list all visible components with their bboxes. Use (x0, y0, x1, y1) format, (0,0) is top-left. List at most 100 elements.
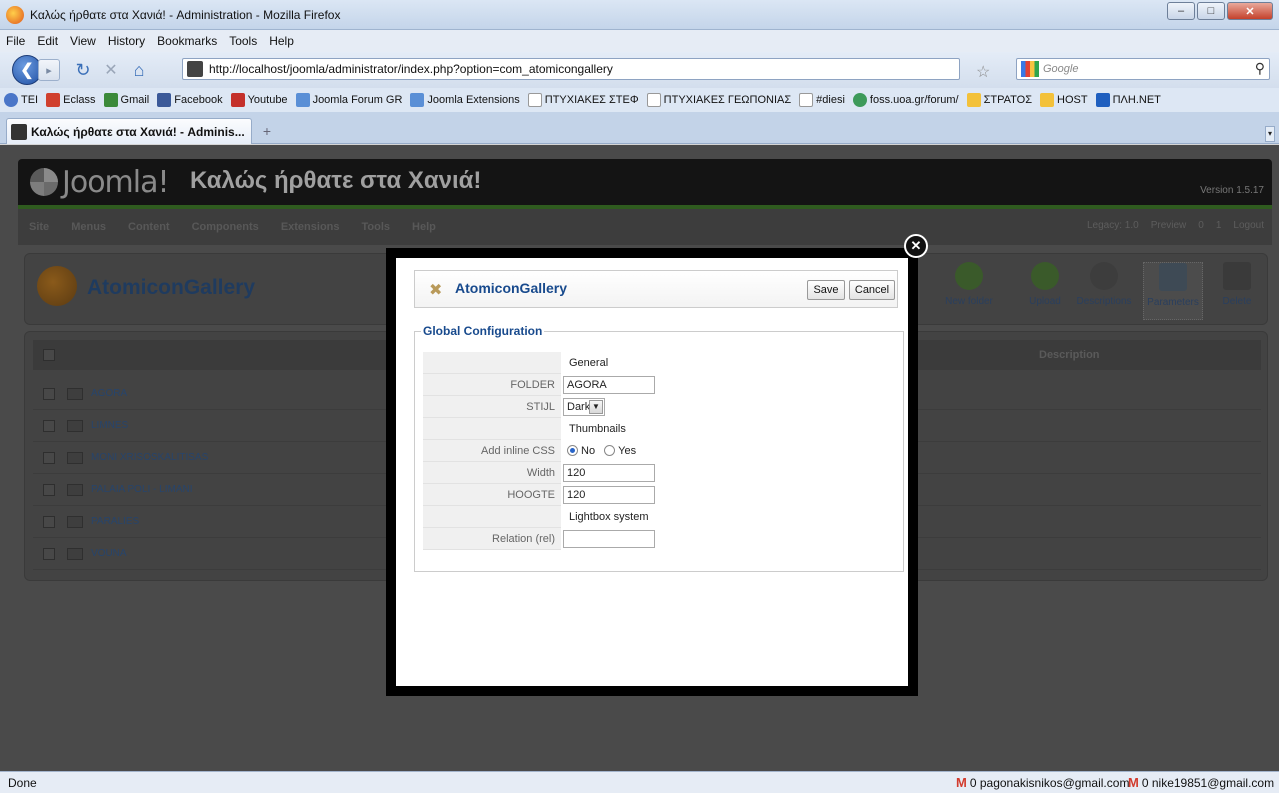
admin-menu-menus[interactable]: Menus (60, 221, 117, 233)
bookmark-star-icon[interactable]: ☆ (976, 62, 990, 82)
search-icon[interactable]: ⚲ (1255, 60, 1265, 77)
folder-label: FOLDER (423, 374, 561, 396)
bookmark-pli-net[interactable]: ΠΛΗ.NET (1095, 93, 1161, 107)
menu-bookmarks[interactable]: Bookmarks (157, 34, 217, 48)
upload-button[interactable]: Upload (1015, 262, 1075, 320)
parameters-modal: ✖ AtomiconGallery Save Cancel Global Con… (386, 248, 918, 696)
section-thumbnails: Thumbnails (423, 418, 897, 440)
descriptions-button[interactable]: Descriptions (1069, 262, 1139, 320)
inline-css-yes-radio[interactable] (604, 445, 616, 456)
folder-link[interactable]: PARALIES (91, 516, 139, 527)
menu-view[interactable]: View (70, 34, 96, 48)
folder-link[interactable]: LIMNES (91, 420, 128, 431)
menu-file[interactable]: File (6, 34, 25, 48)
forward-button[interactable]: ▸ (38, 59, 60, 81)
folder-input[interactable] (563, 376, 655, 394)
logout-link[interactable]: Logout (1233, 220, 1264, 231)
section-lightbox-label: Lightbox system (569, 511, 649, 523)
stop-icon[interactable]: ✕ (100, 59, 122, 81)
relation-input[interactable] (563, 530, 655, 548)
row-checkbox[interactable] (43, 451, 55, 464)
admin-menu-site[interactable]: Site (18, 221, 60, 233)
bookmark-gmail[interactable]: Gmail (103, 93, 149, 107)
tab-administration[interactable]: Καλώς ήρθατε στα Χανιά! - Adminis... (6, 118, 252, 144)
row-checkbox[interactable] (43, 483, 55, 496)
minimize-button[interactable]: – (1167, 2, 1195, 20)
window-title: Καλώς ήρθατε στα Χανιά! - Administration… (30, 7, 341, 22)
height-row: HOOGTE (423, 484, 897, 506)
navigation-toolbar: ❮ ▸ ↻ ✕ ⌂ http://localhost/joomla/admini… (0, 52, 1279, 88)
parameters-button[interactable]: Parameters (1143, 262, 1203, 320)
width-input[interactable] (563, 464, 655, 482)
folder-icon (67, 419, 83, 432)
folder-link[interactable]: VOUNA (91, 548, 127, 559)
save-button[interactable]: Save (807, 280, 845, 300)
row-checkbox[interactable] (43, 419, 55, 432)
reload-icon[interactable]: ↻ (72, 59, 94, 81)
width-row: Width (423, 462, 897, 484)
folder-link[interactable]: MONI XRISOSKALITISAS (91, 452, 208, 463)
section-lightbox: Lightbox system (423, 506, 897, 528)
preview-link[interactable]: Preview (1151, 220, 1187, 231)
joomla-header: Joomla! Καλώς ήρθατε στα Χανιά! Version … (18, 159, 1272, 205)
new-tab-button[interactable]: + (258, 122, 276, 140)
bookmark-joomla-forum[interactable]: Joomla Forum GR (295, 93, 402, 107)
bookmark-ptyxiakes-stef[interactable]: ΠΤΥΧΙΑΚΕΣ ΣΤΕΦ (527, 93, 639, 107)
new-folder-button[interactable]: New folder (939, 262, 999, 320)
bookmark-facebook[interactable]: Facebook (157, 93, 223, 107)
admin-status: Legacy: 1.0 Preview 0 1 Logout (1087, 220, 1264, 231)
menu-help[interactable]: Help (269, 34, 294, 48)
component-title: AtomiconGallery (87, 276, 256, 299)
close-window-button[interactable]: ✕ (1227, 2, 1273, 20)
search-box[interactable]: Google ⚲ (1016, 58, 1270, 80)
folder-link[interactable]: AGORA (91, 388, 127, 399)
menu-history[interactable]: History (108, 34, 145, 48)
bookmark-diesi[interactable]: #diesi (799, 93, 845, 107)
trash-icon (1223, 262, 1251, 290)
admin-menu-components[interactable]: Components (181, 221, 270, 233)
google-icon (1021, 61, 1039, 77)
gmail-notifier-1[interactable]: M0 pagonakisnikos@gmail.com (956, 775, 1129, 790)
style-select[interactable]: Dark ▼ (563, 398, 605, 416)
inline-css-no-radio[interactable] (567, 445, 578, 456)
row-checkbox[interactable] (43, 515, 55, 528)
bookmark-tei[interactable]: TEI (4, 93, 38, 107)
menu-edit[interactable]: Edit (37, 34, 58, 48)
admin-menu-help[interactable]: Help (401, 221, 447, 233)
bookmark-youtube[interactable]: Youtube (230, 93, 288, 107)
select-all-checkbox[interactable] (43, 349, 55, 361)
folder-row: FOLDER (423, 374, 897, 396)
status-text: Done (8, 775, 37, 790)
home-icon[interactable]: ⌂ (128, 59, 150, 81)
window-controls: – □ ✕ (1167, 2, 1273, 20)
users-count[interactable]: 1 (1216, 220, 1222, 231)
bookmark-foss[interactable]: foss.uoa.gr/forum/ (852, 93, 959, 107)
tab-list-button[interactable]: ▾ (1265, 126, 1275, 142)
section-thumbnails-label: Thumbnails (569, 423, 626, 435)
bookmark-joomla-extensions[interactable]: Joomla Extensions (410, 93, 520, 107)
folder-icon (67, 451, 83, 464)
delete-button[interactable]: Delete (1209, 262, 1265, 320)
row-checkbox[interactable] (43, 387, 55, 400)
global-configuration: Global Configuration General FOLDER STIJ… (414, 324, 904, 572)
url-bar[interactable]: http://localhost/joomla/administrator/in… (182, 58, 960, 80)
site-favicon (187, 61, 203, 77)
folder-icon (67, 387, 83, 400)
gmail-notifier-2[interactable]: M0 nike19851@gmail.com (1128, 775, 1274, 790)
bookmark-ptyxiakes-geoponias[interactable]: ΠΤΥΧΙΑΚΕΣ ΓΕΩΠΟΝΙΑΣ (646, 93, 791, 107)
row-checkbox[interactable] (43, 547, 55, 560)
maximize-button[interactable]: □ (1197, 2, 1225, 20)
bookmark-stratos[interactable]: ΣΤΡΑΤΟΣ (966, 93, 1032, 107)
modal-close-icon[interactable]: ✕ (904, 234, 928, 258)
section-general-label: General (569, 357, 609, 369)
folder-link[interactable]: PALAIA POLI - LIMANI (91, 484, 193, 495)
cancel-button[interactable]: Cancel (849, 280, 895, 300)
bookmark-eclass[interactable]: Eclass (46, 93, 96, 107)
bookmark-host[interactable]: HOST (1040, 93, 1088, 107)
height-input[interactable] (563, 486, 655, 504)
admin-menu-extensions[interactable]: Extensions (270, 221, 351, 233)
admin-menu-tools[interactable]: Tools (351, 221, 402, 233)
admin-menu-content[interactable]: Content (117, 221, 181, 233)
messages-count[interactable]: 0 (1198, 220, 1204, 231)
menu-tools[interactable]: Tools (229, 34, 257, 48)
